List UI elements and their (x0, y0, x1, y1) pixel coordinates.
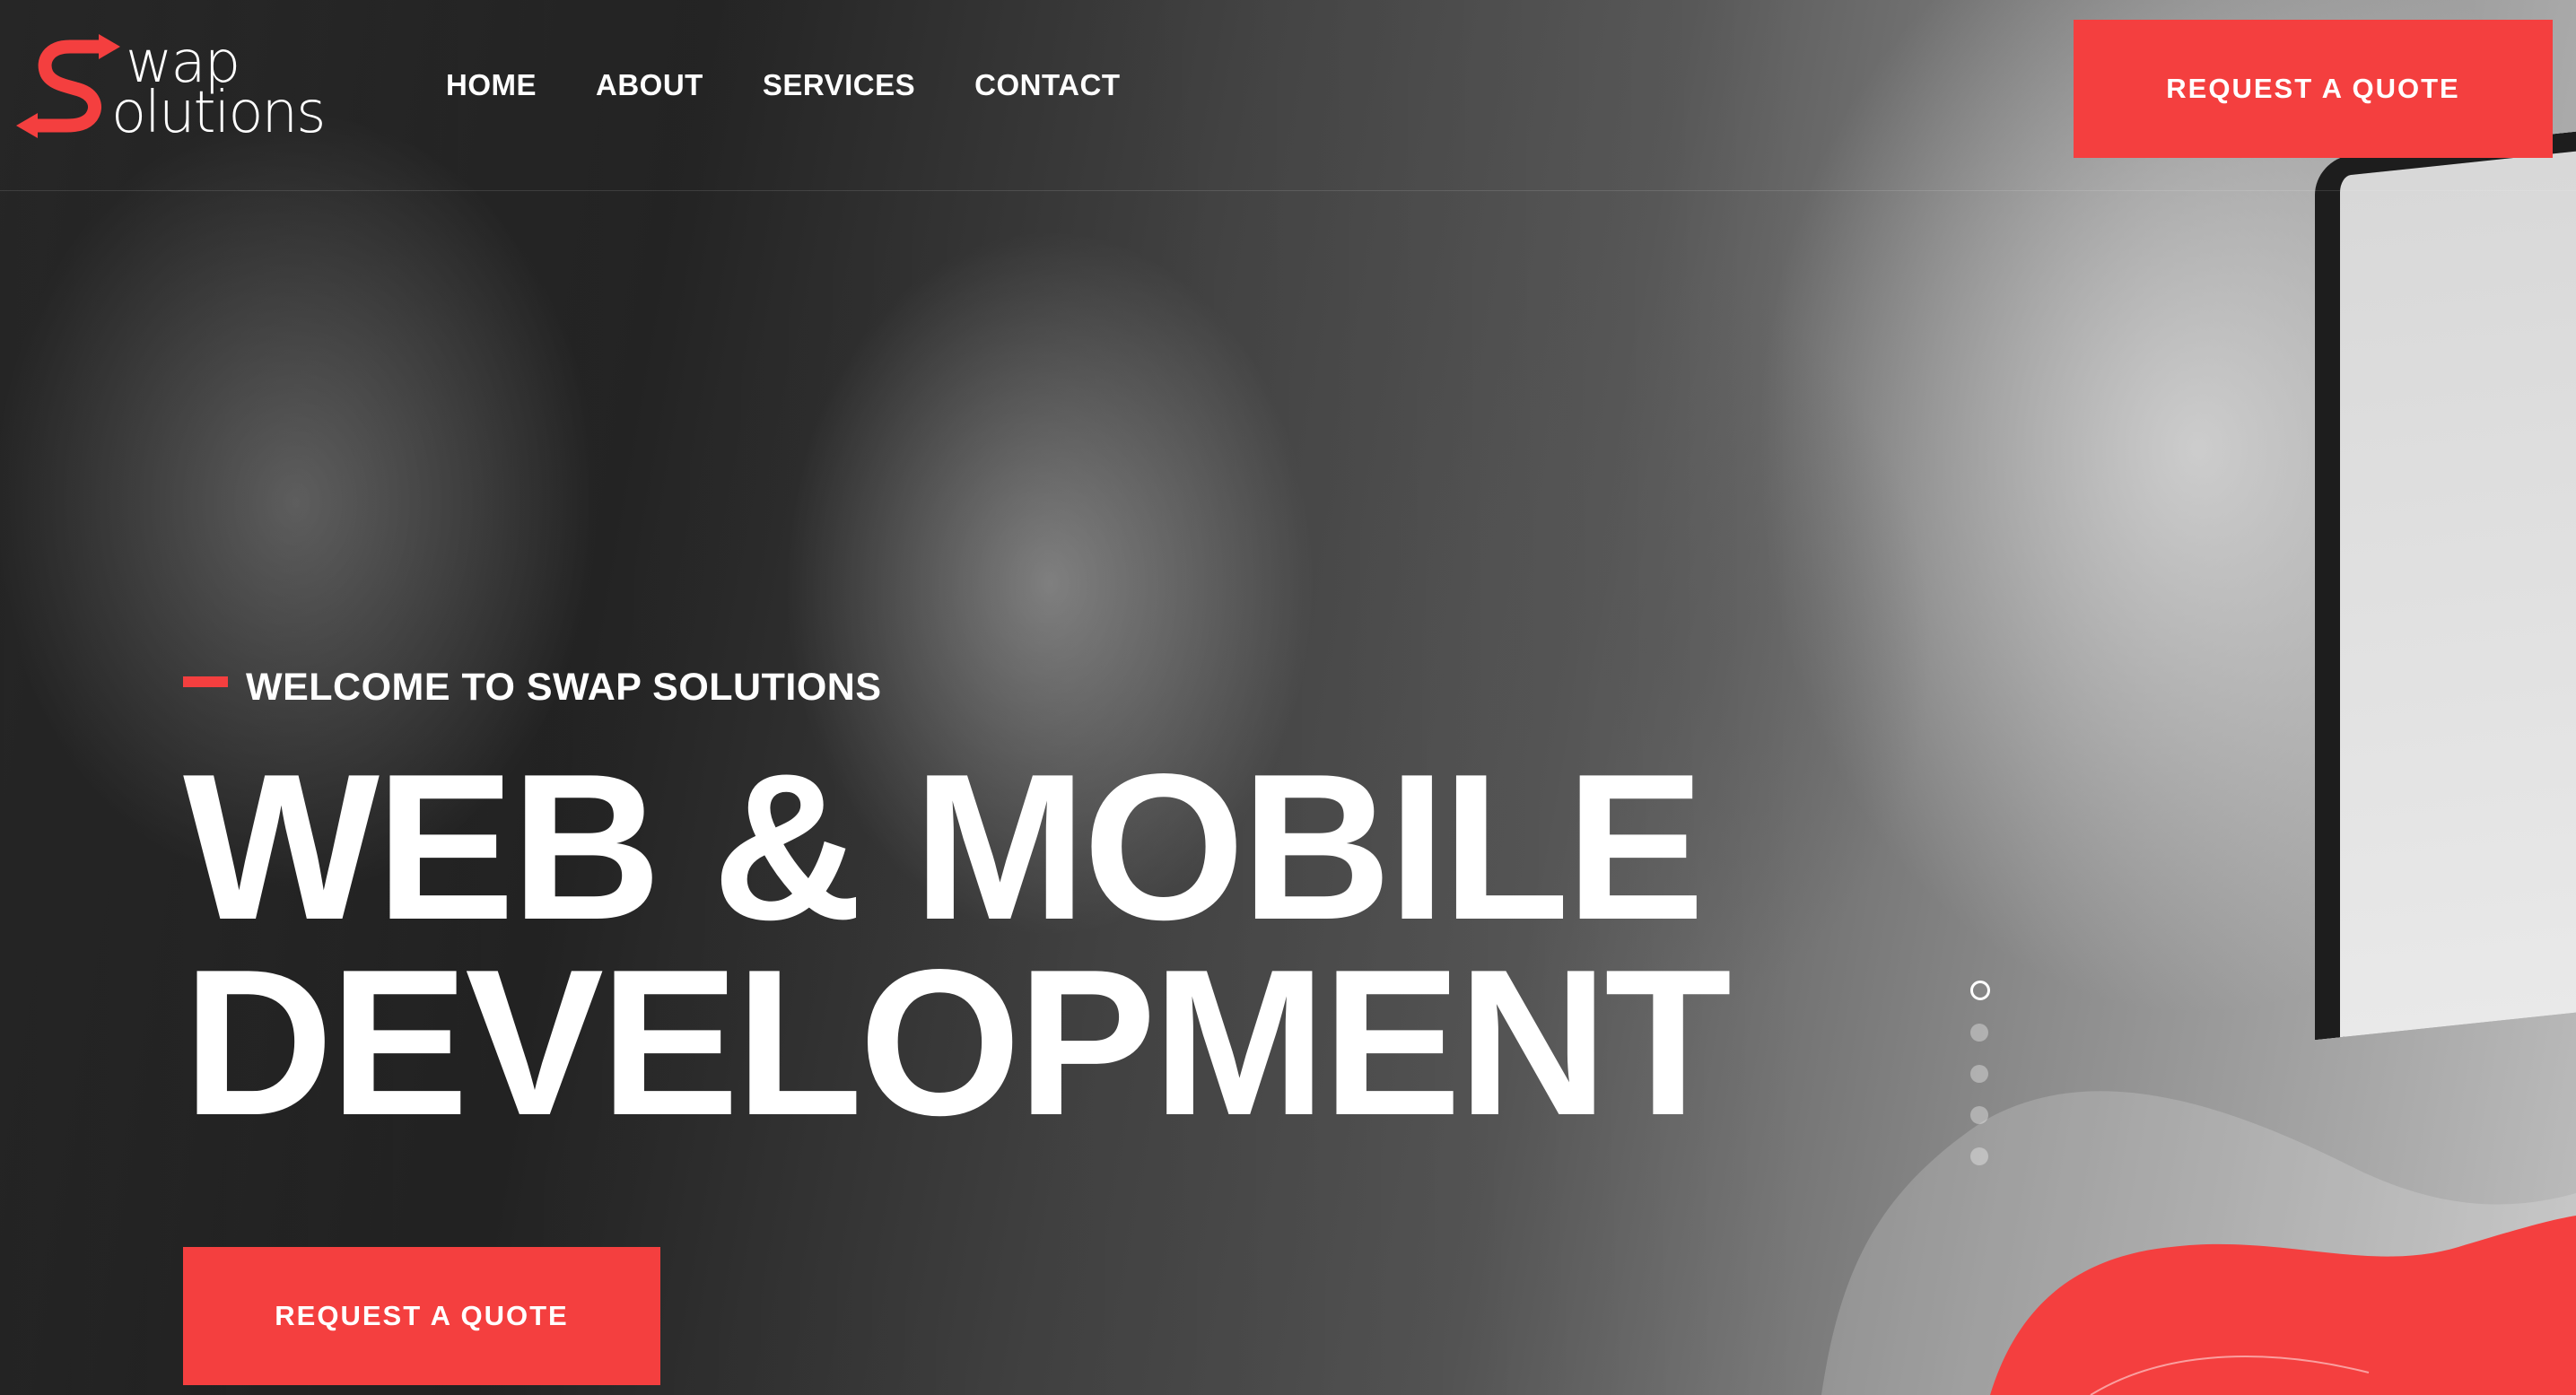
slider-dot-2[interactable] (1970, 1024, 1988, 1042)
main-menu: HOME ABOUT SERVICES CONTACT (446, 68, 1121, 102)
slider-dot-5[interactable] (1970, 1147, 1988, 1165)
nav-home-link[interactable]: HOME (446, 68, 537, 102)
logo-text-olutions: olutions (111, 80, 326, 146)
hero-eyebrow-text: WELCOME TO SWAP SOLUTIONS (246, 666, 882, 709)
slider-dot-4[interactable] (1970, 1106, 1988, 1124)
hero-title: WEB & MOBILE DEVELOPMENT (183, 731, 1732, 1159)
hero-title-line-2: DEVELOPMENT (183, 927, 1732, 1159)
top-navigation: wap olutions HOME ABOUT SERVICES CONTACT… (0, 0, 2576, 191)
hero-request-quote-button[interactable]: REQUEST A QUOTE (183, 1247, 660, 1385)
eyebrow-accent-bar (183, 676, 228, 687)
hero-title-line-1: WEB & MOBILE (183, 731, 1705, 963)
hero-eyebrow: WELCOME TO SWAP SOLUTIONS (183, 666, 882, 710)
swap-solutions-logo[interactable]: wap olutions (16, 31, 357, 147)
header-request-quote-button[interactable]: REQUEST A QUOTE (2074, 20, 2553, 158)
nav-services-link[interactable]: SERVICES (763, 68, 915, 102)
slider-dot-1[interactable] (1970, 981, 1990, 1000)
slider-dot-3[interactable] (1970, 1065, 1988, 1083)
nav-contact-link[interactable]: CONTACT (974, 68, 1120, 102)
slider-pagination (1970, 981, 1990, 1165)
nav-about-link[interactable]: ABOUT (596, 68, 703, 102)
